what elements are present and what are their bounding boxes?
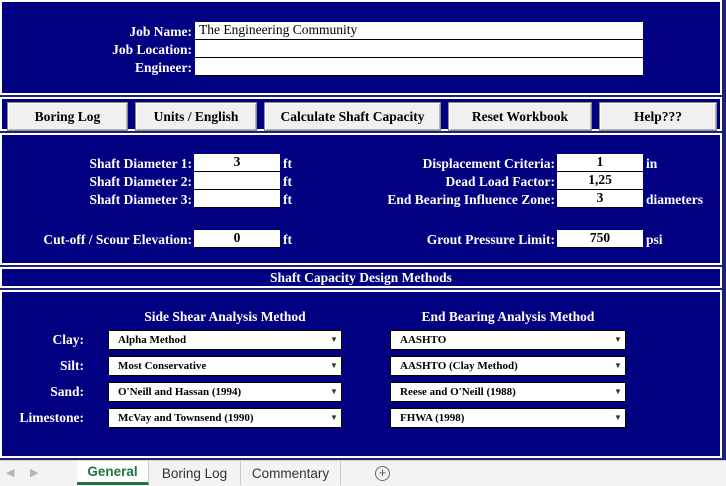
chevron-down-icon[interactable]: ▼: [327, 409, 341, 427]
add-sheet-icon[interactable]: +: [375, 466, 390, 481]
boring-log-button[interactable]: Boring Log: [7, 102, 128, 131]
toolbar: Boring Log Units / English Calculate Sha…: [0, 97, 722, 131]
soil-label-silt: Silt:: [59, 358, 84, 373]
shaft-diameter-3-unit: ft: [283, 192, 292, 207]
units-button[interactable]: Units / English: [135, 102, 257, 131]
cutoff-elevation-label: Cut-off / Scour Elevation:: [43, 232, 192, 247]
job-name-label: Job Name:: [129, 24, 192, 39]
grout-pressure-limit-unit: psi: [646, 232, 663, 247]
shaft-diameter-2-label: Shaft Diameter 2:: [89, 174, 192, 189]
side-shear-sand-value: O'Neill and Hassan (1994): [118, 386, 242, 398]
sheet-tab-commentary[interactable]: Commentary: [241, 461, 341, 485]
job-name-field[interactable]: The Engineering Community: [195, 22, 643, 40]
sheet-tab-general[interactable]: General: [77, 461, 149, 485]
shaft-diameter-3-label: Shaft Diameter 3:: [89, 192, 192, 207]
chevron-down-icon[interactable]: ▼: [611, 331, 625, 349]
displacement-criteria-unit: in: [646, 156, 658, 171]
cutoff-elevation-unit: ft: [283, 232, 292, 247]
scroll-tabs-left-icon[interactable]: ◀: [6, 466, 14, 479]
end-bearing-influence-zone-unit: diameters: [646, 192, 703, 207]
dead-load-factor-label: Dead Load Factor:: [445, 174, 555, 189]
chevron-down-icon[interactable]: ▼: [327, 383, 341, 401]
scroll-tabs-right-icon[interactable]: ▶: [30, 466, 38, 479]
engineer-label: Engineer:: [135, 60, 192, 75]
design-methods-panel: Side Shear Analysis Method End Bearing A…: [0, 290, 722, 458]
side-shear-limestone-select[interactable]: McVay and Townsend (1990) ▼: [108, 408, 342, 428]
end-bearing-limestone-select[interactable]: FHWA (1998) ▼: [390, 408, 626, 428]
chevron-down-icon[interactable]: ▼: [611, 357, 625, 375]
engineer-field[interactable]: [195, 58, 643, 76]
shaft-diameter-1-unit: ft: [283, 156, 292, 171]
shaft-diameter-1-field[interactable]: 3: [194, 154, 280, 172]
sheet-tab-boring-log[interactable]: Boring Log: [149, 461, 241, 485]
end-bearing-clay-value: AASHTO: [400, 334, 447, 346]
end-bearing-limestone-value: FHWA (1998): [400, 412, 465, 424]
side-shear-clay-select[interactable]: Alpha Method ▼: [108, 330, 342, 350]
side-shear-limestone-value: McVay and Townsend (1990): [118, 412, 254, 424]
end-bearing-silt-value: AASHTO (Clay Method): [400, 360, 518, 372]
help-button[interactable]: Help???: [599, 102, 717, 131]
side-shear-silt-select[interactable]: Most Conservative ▼: [108, 356, 342, 376]
job-location-label: Job Location:: [112, 42, 192, 57]
end-bearing-influence-zone-field[interactable]: 3: [557, 190, 643, 208]
end-bearing-sand-value: Reese and O'Neill (1988): [400, 386, 516, 398]
job-location-field[interactable]: [195, 40, 643, 58]
calculate-shaft-capacity-button[interactable]: Calculate Shaft Capacity: [264, 102, 441, 131]
soil-label-sand: Sand:: [50, 384, 84, 399]
chevron-down-icon[interactable]: ▼: [611, 383, 625, 401]
sheet-tab-bar: ◀ ▶ General Boring Log Commentary +: [0, 460, 726, 486]
side-shear-clay-value: Alpha Method: [118, 334, 187, 346]
end-bearing-influence-zone-label: End Bearing Influence Zone:: [387, 192, 555, 207]
shaft-parameters-panel: Shaft Diameter 1: Shaft Diameter 2: Shaf…: [0, 133, 722, 265]
end-bearing-silt-select[interactable]: AASHTO (Clay Method) ▼: [390, 356, 626, 376]
grout-pressure-limit-label: Grout Pressure Limit:: [426, 232, 555, 247]
shaft-diameter-2-unit: ft: [283, 174, 292, 189]
soil-label-clay: Clay:: [52, 332, 85, 347]
grout-pressure-limit-field[interactable]: 750: [557, 230, 643, 248]
cutoff-elevation-field[interactable]: 0: [194, 230, 280, 248]
side-shear-sand-select[interactable]: O'Neill and Hassan (1994) ▼: [108, 382, 342, 402]
design-methods-title-bar: Shaft Capacity Design Methods: [0, 267, 722, 288]
reset-workbook-button[interactable]: Reset Workbook: [448, 102, 592, 131]
displacement-criteria-field[interactable]: 1: [557, 154, 643, 172]
design-methods-title: Shaft Capacity Design Methods: [270, 270, 452, 285]
end-bearing-header: End Bearing Analysis Method: [421, 309, 595, 324]
chevron-down-icon[interactable]: ▼: [327, 331, 341, 349]
job-info-panel: Job Name: Job Location: Engineer: The En…: [0, 0, 722, 95]
shaft-diameter-2-field[interactable]: [194, 172, 280, 190]
dead-load-factor-field[interactable]: 1,25: [557, 172, 643, 190]
shaft-diameter-3-field[interactable]: [194, 190, 280, 208]
chevron-down-icon[interactable]: ▼: [327, 357, 341, 375]
side-shear-silt-value: Most Conservative: [118, 360, 207, 372]
side-shear-header: Side Shear Analysis Method: [144, 309, 306, 324]
shaft-diameter-1-label: Shaft Diameter 1:: [89, 156, 192, 171]
end-bearing-clay-select[interactable]: AASHTO ▼: [390, 330, 626, 350]
end-bearing-sand-select[interactable]: Reese and O'Neill (1988) ▼: [390, 382, 626, 402]
soil-label-limestone: Limestone:: [19, 410, 85, 425]
chevron-down-icon[interactable]: ▼: [611, 409, 625, 427]
displacement-criteria-label: Displacement Criteria:: [422, 156, 555, 171]
